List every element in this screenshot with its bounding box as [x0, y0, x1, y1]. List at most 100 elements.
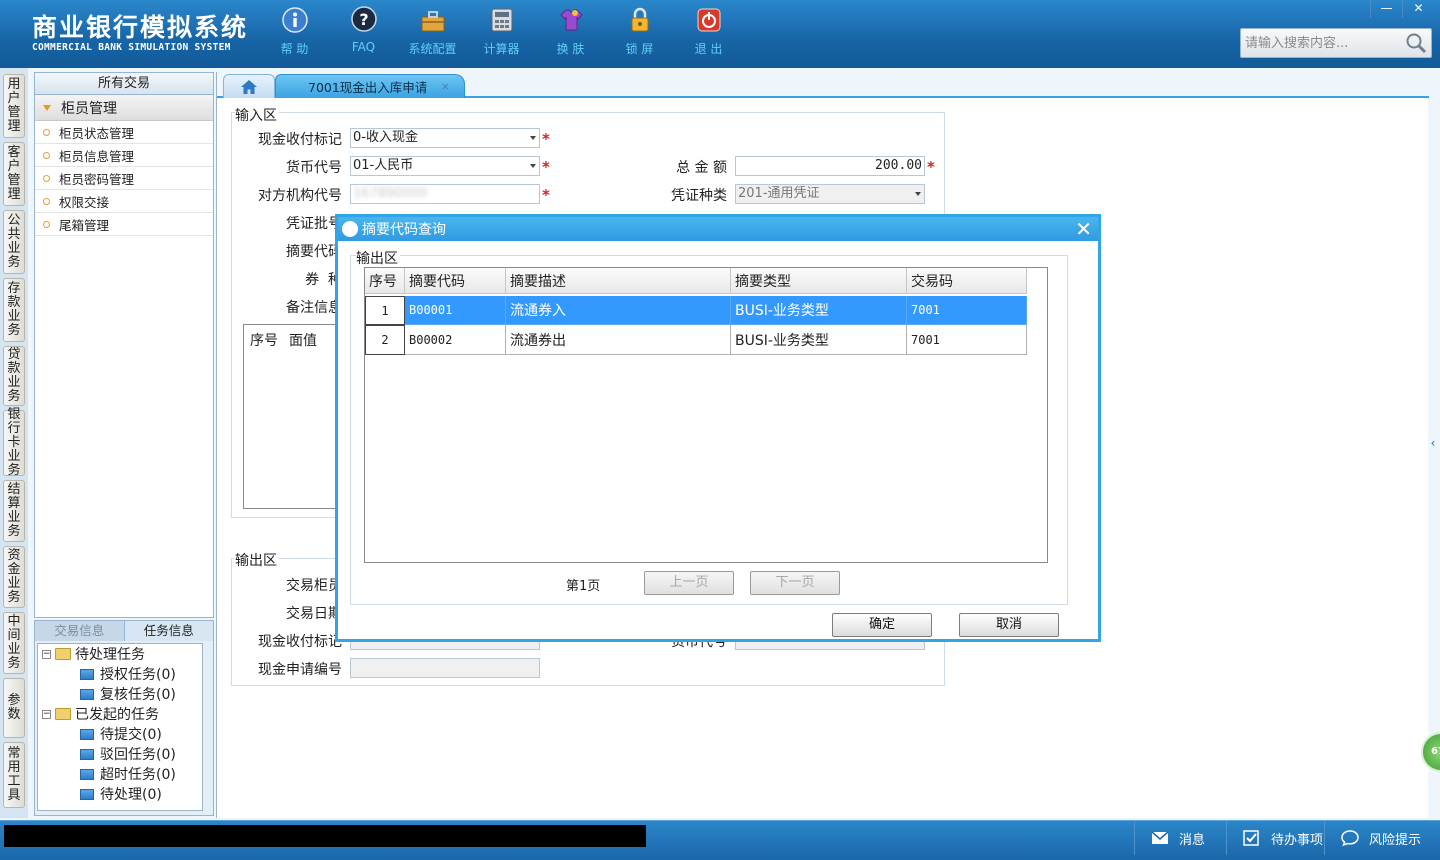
risk-alert-button[interactable]: 风险提示	[1324, 821, 1440, 855]
row-desc: 流通券出	[506, 325, 731, 355]
vtab-intermediary-business[interactable]: 中间业务	[3, 612, 25, 674]
summary-code-label: 摘要代码	[286, 244, 342, 260]
collapse-icon[interactable]: −	[42, 649, 51, 659]
coupon-type-label: 券 种	[305, 272, 342, 288]
window-controls: — ✕	[1370, 0, 1434, 18]
col-header-code[interactable]: 摘要代码	[405, 268, 506, 294]
currency-select[interactable]: 01-人民币	[350, 156, 540, 176]
system-config-button[interactable]: 系统配置	[398, 6, 467, 62]
col-header-trade-code[interactable]: 交易码	[907, 268, 1027, 294]
voucher-type-select[interactable]: 201-通用凭证	[735, 184, 925, 204]
counterparty-input[interactable]: 167890000	[350, 184, 540, 204]
svg-text:?: ?	[359, 10, 368, 29]
input-section-title: 输入区	[235, 105, 279, 125]
dialog-titlebar[interactable]: 摘要代码查询 ✕	[338, 217, 1098, 241]
status-bar: 消息 待办事项 风险提示	[0, 820, 1440, 860]
vtab-user-management[interactable]: 用户管理	[3, 74, 25, 138]
vtab-settlement-business[interactable]: 结算业务	[3, 480, 25, 542]
collapse-right-icon[interactable]: ‹	[1426, 420, 1440, 466]
task-icon	[80, 748, 94, 760]
vtab-customer-management[interactable]: 客户管理	[3, 142, 25, 206]
help-button[interactable]: 帮 助	[260, 6, 329, 62]
close-tab-icon[interactable]: ×	[441, 80, 450, 93]
tree-node-to-process[interactable]: 待处理(0)	[80, 784, 162, 804]
info-icon	[281, 6, 309, 34]
lock-screen-button[interactable]: 锁 屏	[605, 6, 674, 62]
col-header-no[interactable]: 序号	[365, 268, 405, 294]
tree-node-initiated[interactable]: − 已发起的任务	[42, 704, 159, 724]
voucher-type-label: 凭证种类	[671, 188, 727, 204]
vtab-deposit-business[interactable]: 存款业务	[3, 278, 25, 342]
table-row[interactable]: 1 B00001 流通券入 BUSI-业务类型 7001	[365, 296, 1027, 325]
lock-icon	[626, 6, 654, 34]
menu-item-teller-info[interactable]: 柜员信息管理	[35, 144, 213, 167]
tab-transaction-info[interactable]: 交易信息	[35, 621, 124, 641]
vtab-parameters[interactable]: 参数	[3, 678, 25, 738]
all-transactions-header[interactable]: 所有交易	[35, 73, 213, 95]
search-input[interactable]	[1245, 33, 1405, 53]
required-mark: *	[542, 186, 550, 204]
ok-button[interactable]: 确定	[832, 613, 932, 637]
tree-node-auth-tasks[interactable]: 授权任务(0)	[80, 664, 176, 684]
skin-button[interactable]: 换 肤	[536, 6, 605, 62]
teller-management-group[interactable]: 柜员管理	[35, 95, 213, 121]
tree-node-rejected[interactable]: 驳回任务(0)	[80, 744, 176, 764]
vtab-common-tools[interactable]: 常用工具	[3, 742, 25, 808]
main-toolbar: 帮 助 ? FAQ 系统配置 计算器 换 肤 锁 屏 退 出	[260, 6, 743, 62]
home-tab[interactable]	[223, 74, 275, 98]
cancel-button[interactable]: 取消	[959, 613, 1059, 637]
vtab-public-business[interactable]: 公共业务	[3, 210, 25, 274]
total-amount-input[interactable]: 200.00	[735, 156, 925, 176]
tree-node-pending[interactable]: − 待处理任务	[42, 644, 145, 664]
row-type: BUSI-业务类型	[731, 296, 907, 325]
tree-node-to-submit[interactable]: 待提交(0)	[80, 724, 162, 744]
dropdown-arrow-icon	[915, 192, 921, 196]
currency-label: 货币代号	[286, 160, 342, 176]
exit-button[interactable]: 退 出	[674, 6, 743, 62]
tree-node-review-tasks[interactable]: 复核任务(0)	[80, 684, 176, 704]
app-title: 商业银行模拟系统	[32, 13, 249, 42]
search-box	[1240, 28, 1432, 58]
vtab-bankcard-business[interactable]: 银行卡业务	[3, 408, 25, 478]
vtab-fund-business[interactable]: 资金业务	[3, 546, 25, 608]
dropdown-arrow-icon	[530, 164, 536, 168]
col-header-desc[interactable]: 摘要描述	[506, 268, 731, 294]
home-icon	[241, 79, 257, 94]
table-row[interactable]: 2 B00002 流通券出 BUSI-业务类型 7001	[365, 325, 1027, 355]
bullet-icon	[43, 220, 50, 228]
cash-flag-select[interactable]: 0-收入现金	[350, 128, 540, 148]
close-window-button[interactable]: ✕	[1402, 0, 1434, 18]
tab-cash-in-out-request[interactable]: 7001现金出入库申请 ×	[275, 74, 465, 98]
tree-node-timeout[interactable]: 超时任务(0)	[80, 764, 176, 784]
bullet-icon	[43, 174, 50, 182]
calculator-button[interactable]: 计算器	[467, 6, 536, 62]
tab-task-info[interactable]: 任务信息	[123, 621, 213, 641]
messages-button[interactable]: 消息	[1134, 821, 1226, 855]
required-mark: *	[927, 158, 935, 176]
task-icon	[80, 768, 94, 780]
menu-item-tail-box[interactable]: 尾箱管理	[35, 213, 213, 236]
todo-button[interactable]: 待办事项	[1226, 821, 1324, 855]
bullet-icon	[43, 151, 50, 159]
vtab-loan-business[interactable]: 贷款业务	[3, 346, 25, 406]
row-no: 1	[365, 296, 405, 325]
dialog-section-title: 输出区	[356, 248, 400, 268]
menu-item-teller-password[interactable]: 柜员密码管理	[35, 167, 213, 190]
col-header-type[interactable]: 摘要类型	[731, 268, 907, 294]
required-mark: *	[542, 158, 550, 176]
cash-flag-label: 现金收付标记	[258, 132, 342, 148]
prev-page-button[interactable]: 上一页	[644, 571, 734, 595]
menu-item-teller-status[interactable]: 柜员状态管理	[35, 121, 213, 144]
dialog-app-icon	[342, 221, 358, 237]
voucher-batch-label: 凭证批号	[286, 216, 342, 232]
menu-item-permission-handover[interactable]: 权限交接	[35, 190, 213, 213]
collapse-icon[interactable]: −	[42, 709, 51, 719]
faq-button[interactable]: ? FAQ	[329, 6, 398, 62]
page-tabbar: 7001现金出入库申请 ×	[217, 72, 1429, 98]
minimize-button[interactable]: —	[1370, 0, 1402, 18]
next-page-button[interactable]: 下一页	[750, 571, 840, 595]
search-icon[interactable]	[1405, 32, 1427, 54]
dialog-close-button[interactable]: ✕	[1075, 218, 1092, 240]
task-icon	[80, 728, 94, 740]
row-code: B00002	[405, 325, 506, 355]
